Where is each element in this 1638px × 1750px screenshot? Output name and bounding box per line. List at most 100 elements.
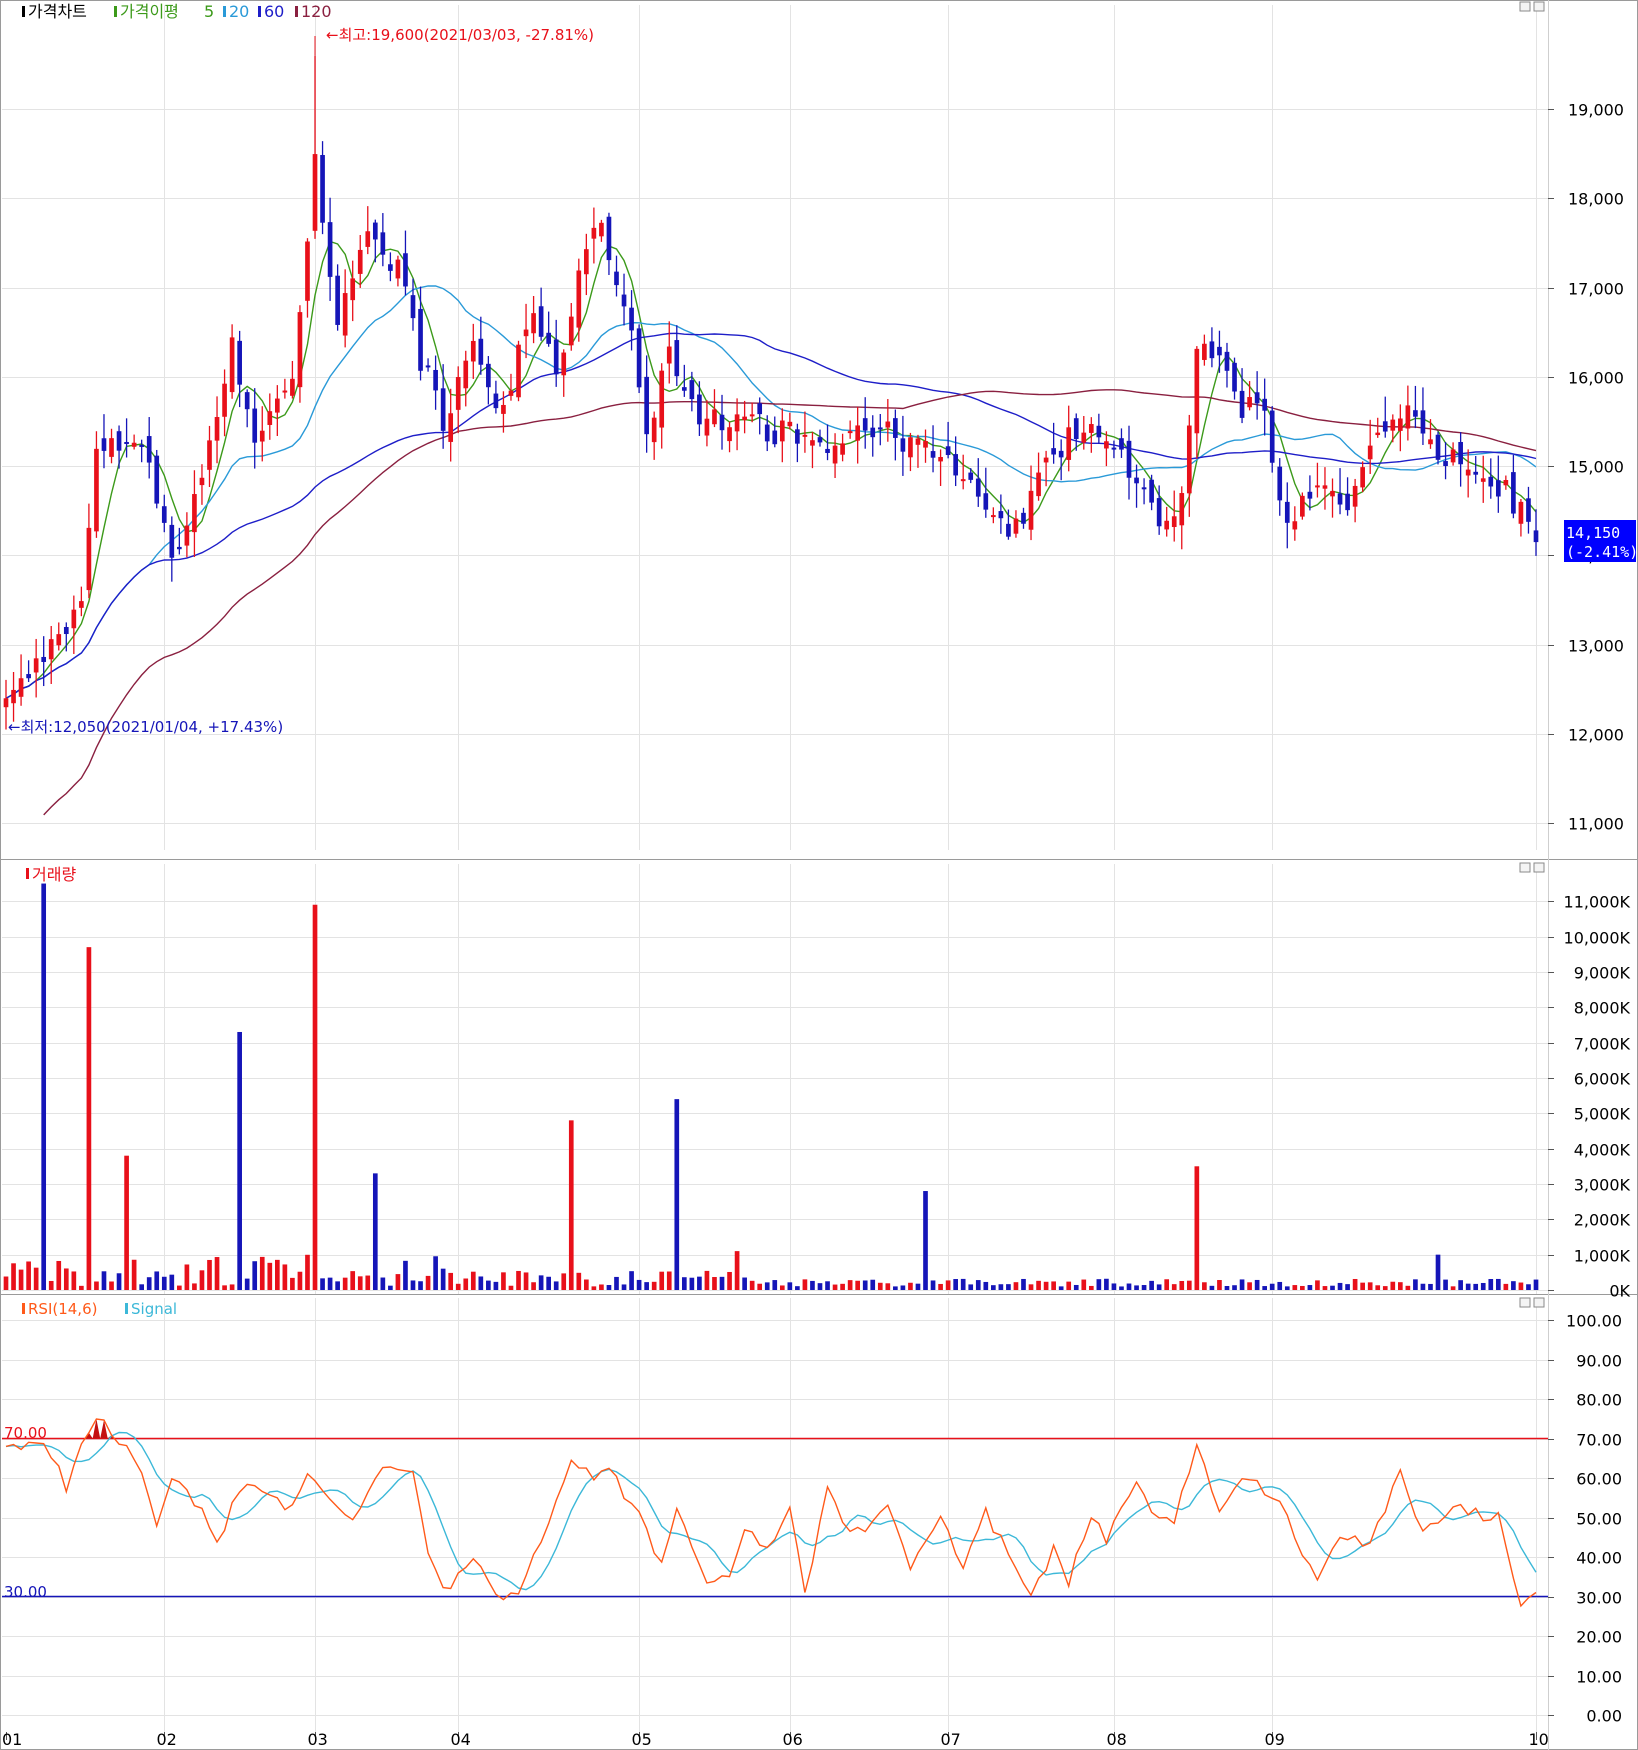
volume-bar: [719, 1276, 725, 1290]
price-y-axis: 11,00012,00013,00014,00015,00016,00017,0…: [1548, 101, 1624, 834]
volume-bar: [1413, 1279, 1418, 1290]
legend-ma60-label: 60: [264, 2, 284, 21]
candle-body: [1224, 351, 1230, 371]
rsi-panel-controls[interactable]: [1519, 1297, 1545, 1308]
volume-bar: [433, 1256, 438, 1290]
volume-bar: [109, 1281, 114, 1290]
volume-bar: [478, 1276, 484, 1290]
minimize-icon[interactable]: [1519, 1, 1531, 12]
volume-bar: [531, 1282, 536, 1290]
close-icon[interactable]: [1533, 1, 1545, 12]
candle-body: [41, 656, 47, 662]
candle-body: [1337, 493, 1343, 505]
volume-bar: [146, 1277, 152, 1290]
candle-body: [900, 438, 906, 452]
volume-bar: [923, 1191, 928, 1290]
month-label: 01: [2, 1730, 22, 1749]
volume-bar: [214, 1257, 220, 1290]
rsi-tick-label: 40.00: [1576, 1549, 1622, 1568]
candle-body: [1458, 441, 1463, 465]
volume-bar: [305, 1254, 310, 1290]
candle-body: [342, 293, 348, 336]
candle-body: [712, 409, 717, 425]
legend-marker: [295, 6, 298, 17]
rsi-upper-level-label: 70.00: [4, 1424, 47, 1442]
candle-body: [727, 427, 732, 442]
candle-body: [749, 414, 755, 417]
candle-body: [56, 634, 62, 646]
volume-bar: [1058, 1286, 1064, 1290]
candle-body: [388, 264, 393, 271]
volume-bar: [86, 947, 92, 1290]
candle-body: [139, 444, 145, 447]
candle-body: [229, 337, 235, 393]
candle-body: [832, 445, 838, 464]
volume-bar: [1382, 1286, 1388, 1290]
volume-bar: [274, 1259, 280, 1290]
volume-bar: [320, 1278, 325, 1290]
volume-bar: [953, 1279, 958, 1290]
candle-body: [1073, 418, 1079, 440]
candle-body: [86, 527, 92, 591]
volume-bar: [1202, 1282, 1207, 1290]
volume-bar: [779, 1285, 785, 1290]
candle-body: [1533, 530, 1539, 543]
candle-body: [470, 340, 476, 362]
volume-bar: [584, 1279, 589, 1290]
volume-tick-label: 6,000K: [1574, 1070, 1631, 1089]
close-icon[interactable]: [1533, 1297, 1545, 1308]
volume-bar: [1247, 1282, 1252, 1290]
volume-bar: [599, 1284, 604, 1290]
volume-bar: [101, 1271, 107, 1290]
price-panel-controls[interactable]: [1519, 1, 1545, 12]
candle-body: [1164, 520, 1170, 530]
volume-bar: [1428, 1283, 1433, 1290]
candle-body: [1443, 461, 1448, 467]
candle-body: [1330, 490, 1335, 497]
candle-body: [214, 417, 220, 441]
legend-marker: [26, 868, 29, 879]
candle-body: [109, 438, 114, 457]
month-label: 06: [783, 1730, 803, 1749]
volume-bar: [350, 1271, 356, 1290]
volume-bar: [1149, 1280, 1154, 1290]
minimize-icon[interactable]: [1519, 1297, 1531, 1308]
volume-bar: [998, 1284, 1004, 1290]
candle-body: [1021, 512, 1026, 524]
volume-bar: [161, 1276, 167, 1290]
candle-body: [795, 429, 800, 444]
candle-body: [1209, 341, 1215, 359]
volume-bar: [945, 1280, 951, 1290]
volume-bar: [335, 1281, 340, 1290]
volume-bar: [1480, 1282, 1486, 1290]
volume-bar: [1104, 1278, 1109, 1290]
ma120-line: [43, 389, 1537, 816]
volume-bar: [1111, 1283, 1117, 1290]
candle-body: [124, 441, 129, 444]
candle-body: [576, 270, 582, 328]
volume-bar: [1051, 1281, 1056, 1290]
candle-body: [1194, 348, 1200, 434]
candle-body: [983, 493, 989, 510]
candle-body: [448, 413, 454, 442]
candle-body: [1134, 477, 1139, 484]
volume-bar: [493, 1281, 499, 1290]
rsi-tick-label: 20.00: [1576, 1628, 1622, 1647]
volume-bar: [862, 1280, 868, 1290]
volume-bar: [418, 1281, 423, 1290]
volume-bar: [1367, 1282, 1373, 1290]
candle-body: [116, 431, 122, 451]
candle-body: [1360, 467, 1365, 488]
volume-bar: [1186, 1280, 1192, 1290]
candle-body: [486, 363, 491, 388]
candle-body: [802, 434, 808, 437]
candle-body: [915, 438, 921, 445]
volume-panel-controls[interactable]: [1519, 862, 1545, 873]
last-price-value: 14,150: [1566, 524, 1620, 542]
candle-body: [1413, 410, 1418, 417]
minimize-icon[interactable]: [1519, 862, 1531, 873]
candle-body: [282, 390, 288, 393]
volume-bar: [388, 1285, 393, 1290]
close-icon[interactable]: [1533, 862, 1545, 873]
volume-bar: [930, 1280, 936, 1290]
